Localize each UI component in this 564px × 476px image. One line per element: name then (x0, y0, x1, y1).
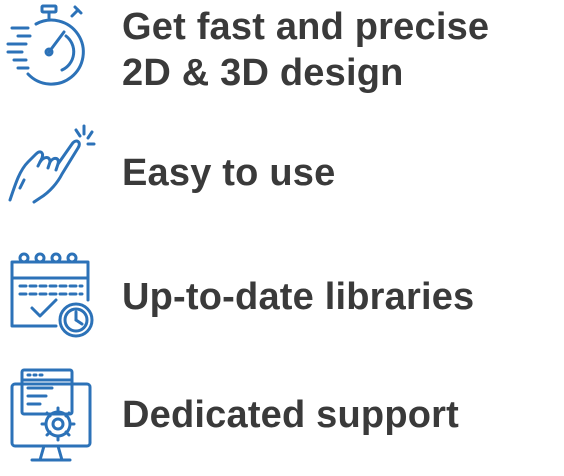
feature-label-dedicated-support: Dedicated support (122, 392, 459, 438)
monitor-gear-icon (6, 366, 96, 466)
feature-label-up-to-date-libraries: Up-to-date libraries (122, 274, 474, 320)
feature-fast-precise: Get fast and precise 2D & 3D design (0, 0, 564, 110)
feature-list: Get fast and precise 2D & 3D design Easy… (0, 0, 564, 476)
feature-label-line: Easy to use (122, 152, 336, 194)
pointing-hand-icon (6, 122, 96, 212)
feature-label-line: 2D & 3D design (122, 52, 404, 94)
feature-up-to-date-libraries: Up-to-date libraries (0, 244, 564, 344)
feature-label-line: Get fast and precise (122, 6, 490, 48)
feature-dedicated-support: Dedicated support (0, 362, 564, 476)
feature-easy-to-use: Easy to use (0, 118, 564, 218)
feature-label-easy-to-use: Easy to use (122, 150, 335, 196)
feature-label-line: Up-to-date libraries (122, 276, 475, 318)
feature-label-line: Dedicated support (122, 394, 459, 436)
calendar-check-clock-icon (6, 248, 100, 342)
stopwatch-icon (6, 2, 96, 92)
feature-label-fast-precise: Get fast and precise 2D & 3D design (122, 4, 489, 96)
